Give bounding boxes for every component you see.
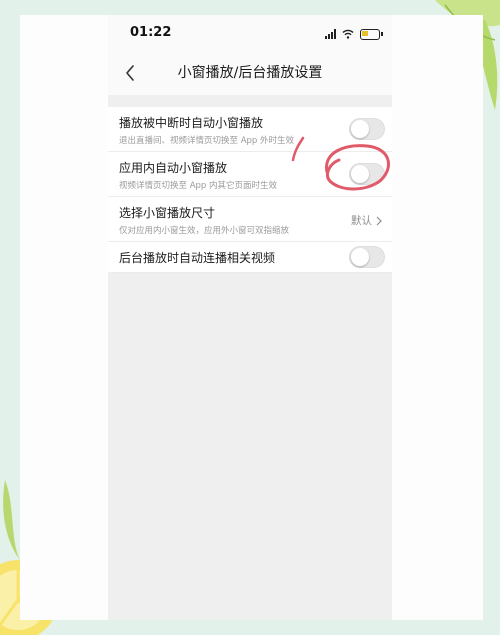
status-time: 01:22 <box>130 25 172 40</box>
setting-in-app-auto-pip[interactable]: 应用内自动小窗播放 视频详情页切换至 App 内其它页面时生效 <box>108 152 392 197</box>
setting-background-autoplay[interactable]: 后台播放时自动连播相关视频 <box>108 242 392 273</box>
wifi-icon <box>342 29 354 39</box>
setting-auto-pip-on-interrupt[interactable]: 播放被中断时自动小窗播放 退出直播间、视频详情页切换至 App 外时生效 <box>108 107 392 152</box>
phone-screen: 01:22 小窗播放/后台播放设置 播放被中断时自动小窗播放 退出直播间、视频详… <box>108 15 392 620</box>
setting-subtitle: 退出直播间、视频详情页切换至 App 外时生效 <box>119 136 295 146</box>
background-autoplay-toggle[interactable] <box>349 246 385 268</box>
pip-size-value-label: 默认 <box>351 215 372 227</box>
page-title: 小窗播放/后台播放设置 <box>177 65 323 81</box>
status-icons <box>325 27 383 41</box>
setting-title: 应用内自动小窗播放 <box>119 161 228 175</box>
setting-subtitle: 仅对应用内小窗生效，应用外小窗可双指缩放 <box>119 226 290 236</box>
toggle-knob <box>351 248 369 266</box>
pip-size-value[interactable]: 默认 <box>351 213 382 228</box>
status-bar: 01:22 <box>108 15 392 51</box>
setting-title: 播放被中断时自动小窗播放 <box>119 116 264 130</box>
setting-title: 后台播放时自动连播相关视频 <box>119 251 276 265</box>
setting-title: 选择小窗播放尺寸 <box>119 206 216 220</box>
in-app-auto-pip-toggle[interactable] <box>349 163 385 185</box>
battery-icon <box>360 28 383 40</box>
setting-pip-size[interactable]: 选择小窗播放尺寸 仅对应用内小窗生效，应用外小窗可双指缩放 默认 <box>108 197 392 242</box>
settings-list: 播放被中断时自动小窗播放 退出直播间、视频详情页切换至 App 外时生效 应用内… <box>108 107 392 273</box>
toggle-knob <box>351 165 369 183</box>
signal-icon <box>325 29 336 39</box>
setting-subtitle: 视频详情页切换至 App 内其它页面时生效 <box>119 181 278 191</box>
nav-bar: 小窗播放/后台播放设置 <box>108 51 392 95</box>
chevron-right-icon <box>376 216 382 225</box>
toggle-knob <box>351 120 369 138</box>
auto-pip-interrupt-toggle[interactable] <box>349 118 385 140</box>
